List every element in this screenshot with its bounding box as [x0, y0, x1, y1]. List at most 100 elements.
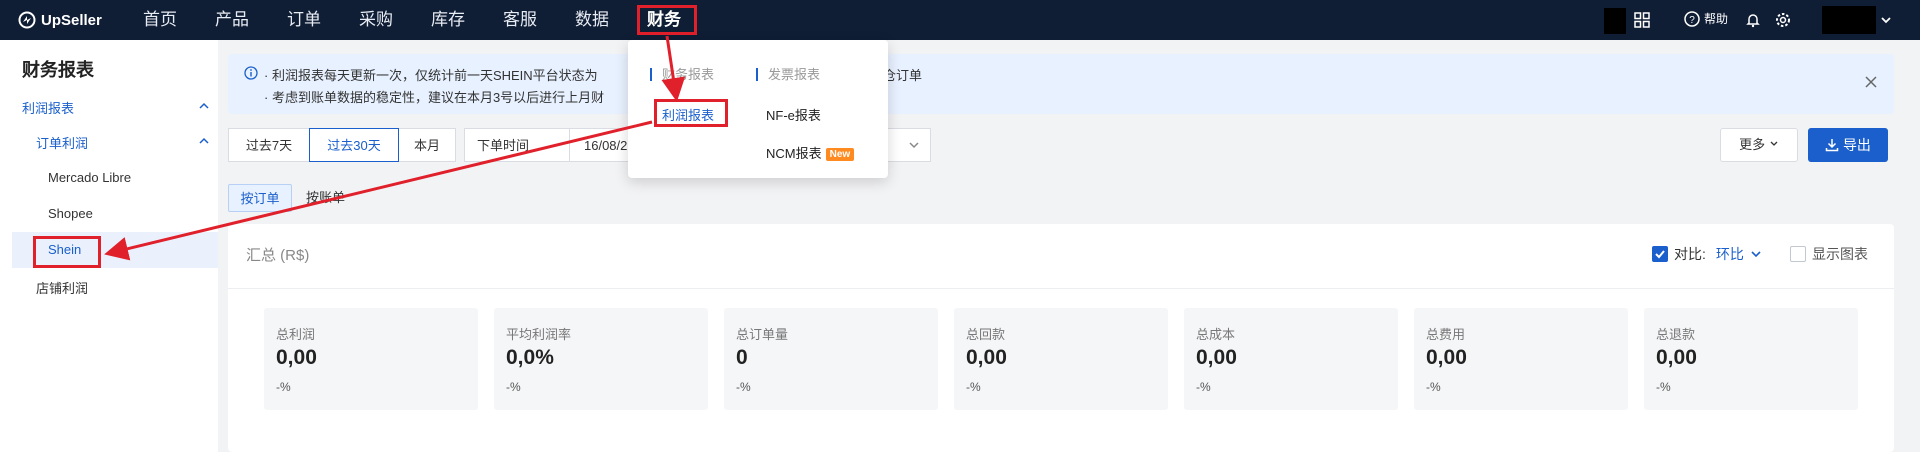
menu-item-nfe-report[interactable]: NF-e报表: [766, 105, 821, 124]
chevron-down-icon[interactable]: [1750, 248, 1762, 260]
chevron-up-icon[interactable]: [198, 100, 210, 115]
metric-label: 总回款: [966, 327, 1006, 342]
sidebar-item-store-profit[interactable]: 店铺利润: [36, 278, 88, 297]
user-avatar-redacted[interactable]: [1822, 6, 1876, 34]
help-link[interactable]: ? 帮助: [1684, 10, 1728, 27]
help-label: 帮助: [1704, 12, 1729, 26]
metric-card-total-orders: 总订单量 0 -%: [724, 308, 938, 410]
help-icon: ?: [1684, 10, 1700, 27]
sidebar-item-shopee[interactable]: Shopee: [48, 206, 93, 221]
more-label: 更多: [1739, 137, 1766, 152]
bell-icon[interactable]: [1745, 10, 1761, 30]
nav-item-orders[interactable]: 订单: [287, 0, 321, 40]
sidebar: 财务报表 利润报表 订单利润 Mercado Libre Shopee Shei…: [0, 40, 218, 452]
menu-item-ncm-report[interactable]: NCM报表 New: [766, 143, 855, 162]
metric-label: 总订单量: [736, 327, 789, 342]
chevron-up-icon[interactable]: [198, 135, 210, 150]
metric-delta: -%: [1656, 380, 1671, 394]
metric-value: 0,00: [966, 346, 1007, 369]
range-30-days[interactable]: 过去30天: [309, 128, 399, 162]
metric-value: 0,0%: [506, 346, 554, 369]
scrollbar[interactable]: [1910, 40, 1920, 452]
export-button[interactable]: 导出: [1808, 128, 1888, 162]
chevron-down-icon[interactable]: [908, 139, 920, 154]
dropdown-header-finance-reports: 财务报表: [650, 68, 714, 81]
more-button[interactable]: 更多: [1720, 128, 1798, 162]
metric-delta: -%: [736, 380, 751, 394]
sidebar-item-order-profit[interactable]: 订单利润: [36, 133, 88, 152]
compare-label: 对比:: [1674, 246, 1706, 262]
metric-delta: -%: [966, 380, 981, 394]
metric-card-total-payout: 总回款 0,00 -%: [954, 308, 1168, 410]
nav-item-data[interactable]: 数据: [575, 0, 609, 40]
metric-card-total-refund: 总退款 0,00 -%: [1644, 308, 1858, 410]
date-from: 16/08/2: [584, 138, 628, 153]
tab-by-bill[interactable]: 按账单: [306, 184, 345, 212]
metric-delta: -%: [1426, 380, 1441, 394]
metric-value: 0,00: [1656, 346, 1697, 369]
metric-label: 总利润: [276, 327, 316, 342]
nav-item-purchase[interactable]: 采购: [359, 0, 393, 40]
range-this-month[interactable]: 本月: [398, 128, 456, 162]
metric-value: 0,00: [1196, 346, 1237, 369]
profit-report-highlight-box: [654, 99, 728, 127]
gear-icon[interactable]: [1775, 10, 1791, 30]
brand-name: UpSeller: [41, 11, 102, 29]
tab-by-order[interactable]: 按订单: [228, 184, 292, 212]
download-icon: [1825, 139, 1839, 152]
summary-title: 汇总 (R$): [246, 247, 310, 264]
show-chart-checkbox[interactable]: [1790, 246, 1806, 262]
metric-card-avg-margin: 平均利润率 0,0% -%: [494, 308, 708, 410]
shein-highlight-box: [33, 236, 101, 268]
logo-icon: [18, 11, 36, 29]
notice-line-2: · 考虑到账单数据的稳定性，建议在本月3号以后进行上月财: [264, 90, 605, 105]
compare-toggle[interactable]: 对比: 环比: [1652, 244, 1762, 264]
export-label: 导出: [1842, 137, 1871, 153]
metric-label: 总成本: [1196, 327, 1236, 342]
metric-card-total-cost: 总成本 0,00 -%: [1184, 308, 1398, 410]
metric-delta: -%: [276, 380, 291, 394]
metric-label: 总退款: [1656, 327, 1696, 342]
ncm-report-label: NCM报表: [766, 146, 822, 161]
sidebar-item-mercado-libre[interactable]: Mercado Libre: [48, 170, 131, 185]
info-icon: [244, 66, 258, 83]
compare-checkbox[interactable]: [1652, 246, 1668, 262]
nav-item-home[interactable]: 首页: [143, 0, 177, 40]
main-content: · 利润报表每天更新一次，仅统计前一天SHEIN平台状态为 仓订单 · 考虑到账…: [228, 40, 1920, 452]
redacted-block: [1604, 8, 1626, 34]
compare-value[interactable]: 环比: [1716, 244, 1744, 264]
notice-line-1-tail: 仓订单: [883, 68, 923, 83]
upseller-logo[interactable]: UpSeller: [18, 9, 102, 31]
dropdown-header-invoice-reports: 发票报表: [756, 68, 820, 81]
time-type-select[interactable]: 下单时间: [464, 128, 570, 162]
metric-card-total-profit: 总利润 0,00 -%: [264, 308, 478, 410]
summary-divider: [228, 288, 1894, 289]
metric-card-total-fees: 总费用 0,00 -%: [1414, 308, 1628, 410]
new-badge: New: [825, 148, 855, 161]
apps-grid-icon[interactable]: [1634, 10, 1650, 30]
metric-label: 平均利润率: [506, 327, 572, 342]
svg-text:?: ?: [1689, 15, 1695, 26]
notice-banner: · 利润报表每天更新一次，仅统计前一天SHEIN平台状态为 仓订单 · 考虑到账…: [228, 54, 1894, 114]
sidebar-item-profit-report[interactable]: 利润报表: [22, 98, 74, 117]
range-7-days[interactable]: 过去7天: [228, 128, 310, 162]
nav-item-service[interactable]: 客服: [503, 0, 537, 40]
show-chart-toggle[interactable]: 显示图表: [1790, 244, 1868, 264]
metric-value: 0,00: [276, 346, 317, 369]
summary-panel: 汇总 (R$) 对比: 环比 显示图表 总利润 0,00 -% 平均利润率 0,…: [228, 224, 1894, 452]
finance-dropdown-menu: 财务报表 发票报表 利润报表 NF-e报表 NCM报表 New: [628, 40, 888, 178]
top-nav: UpSeller 首页 产品 订单 采购 库存 客服 数据 财务 ? 帮助: [0, 0, 1920, 40]
metric-value: 0,00: [1426, 346, 1467, 369]
metric-delta: -%: [506, 380, 521, 394]
metric-label: 总费用: [1426, 327, 1466, 342]
chevron-down-icon[interactable]: [1880, 10, 1892, 30]
metric-value: 0: [736, 346, 748, 369]
close-icon[interactable]: [1864, 72, 1878, 95]
finance-highlight-box: [637, 5, 697, 35]
chevron-down-icon: [1770, 141, 1778, 146]
notice-line-1: · 利润报表每天更新一次，仅统计前一天SHEIN平台状态为: [264, 68, 598, 83]
nav-item-products[interactable]: 产品: [215, 0, 249, 40]
show-chart-label: 显示图表: [1812, 246, 1868, 262]
sidebar-title: 财务报表: [22, 60, 94, 80]
nav-item-inventory[interactable]: 库存: [431, 0, 465, 40]
